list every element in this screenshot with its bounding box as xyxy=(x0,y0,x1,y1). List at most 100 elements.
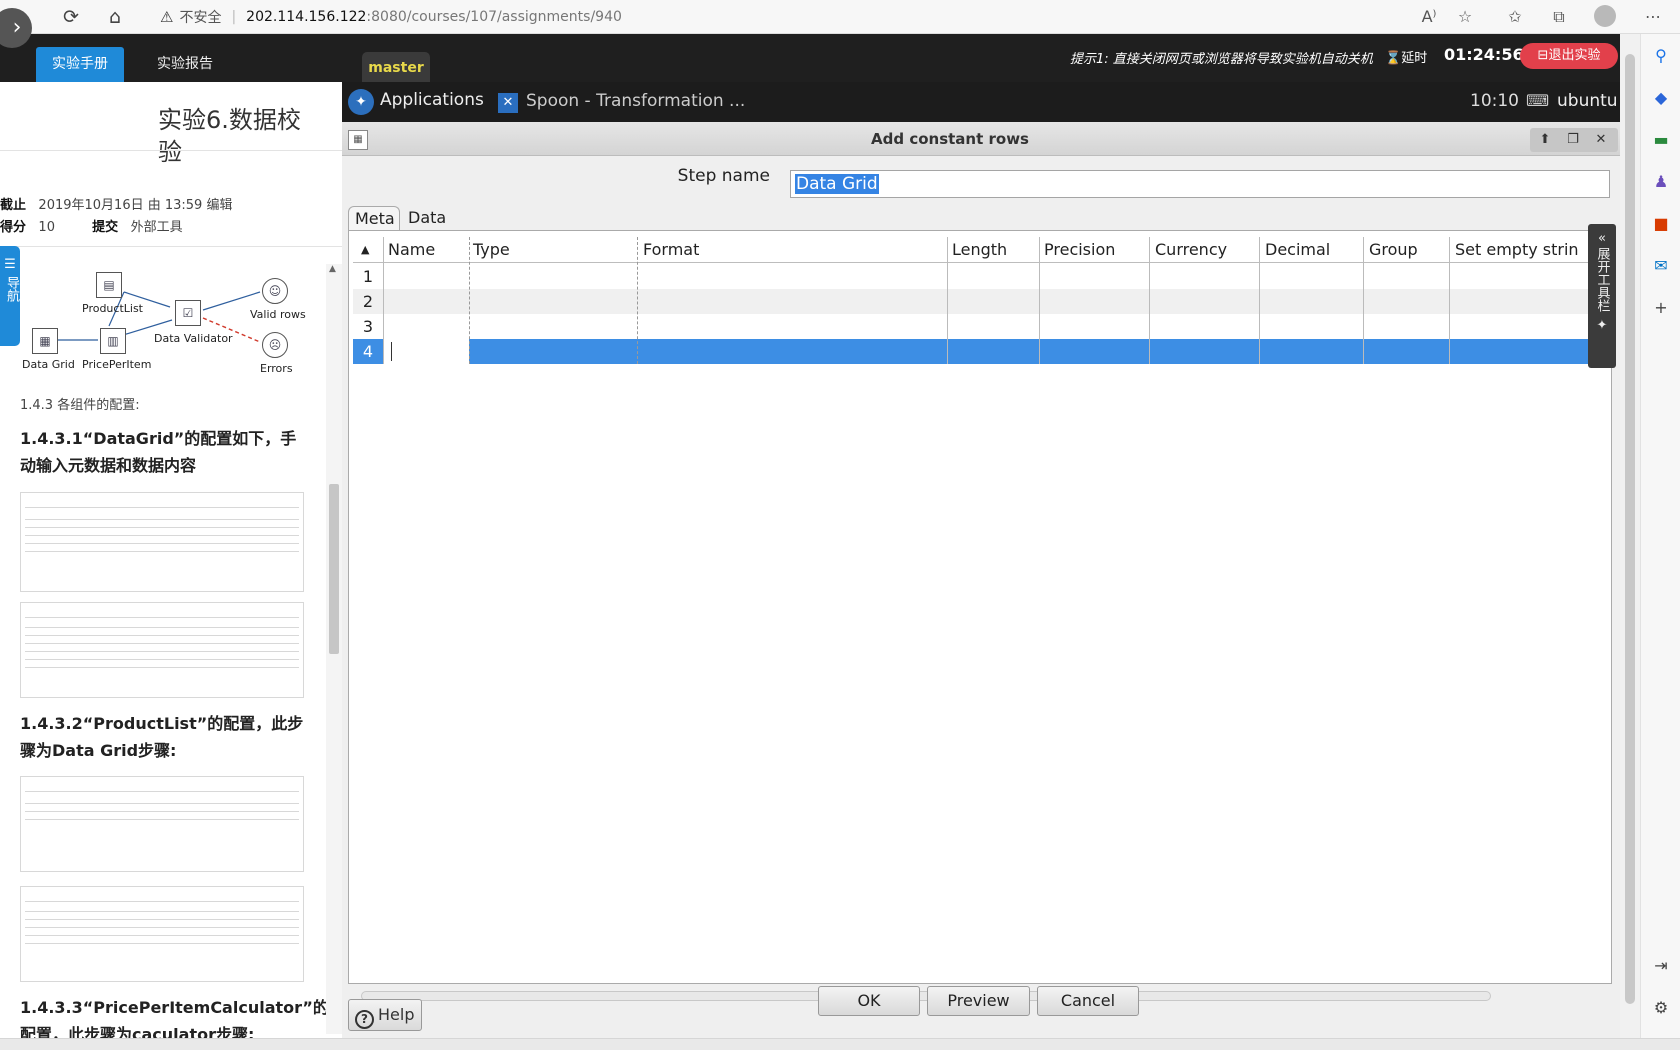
column-header-currency[interactable]: Currency xyxy=(1150,237,1254,263)
ubuntu-topbar: ✦ Applications ✕ Spoon - Transformation … xyxy=(342,82,1620,122)
list-icon: ☰ xyxy=(4,257,16,272)
help-button[interactable]: ? Help xyxy=(348,999,422,1031)
section-priceperitem-heading: 1.4.3.3“PricePerItemCalculator”的配置，此步骤为c… xyxy=(20,998,329,1038)
section-datagrid-heading: 1.4.3.1“DataGrid”的配置如下，手动输入元数据和数据内容 xyxy=(20,429,297,475)
column-divider xyxy=(1363,237,1364,364)
exit-label: 退出实验 xyxy=(1548,48,1601,63)
table-row[interactable]: 3 xyxy=(353,314,1605,339)
expand-toolbar[interactable]: « 展开工具栏 ✦ xyxy=(1588,224,1616,368)
data-grid-label: Data Grid xyxy=(22,358,75,371)
branch-tab[interactable]: master xyxy=(362,52,430,82)
column-header-set-empty-string[interactable]: Set empty strin xyxy=(1450,237,1605,263)
row-number[interactable]: 1 xyxy=(353,264,383,289)
column-divider xyxy=(469,237,470,364)
column-divider xyxy=(947,237,948,364)
productlist-data-screenshot xyxy=(20,886,304,982)
tab-data[interactable]: Data xyxy=(402,206,452,230)
games-icon[interactable]: ♟ xyxy=(1649,170,1673,194)
meta-divider xyxy=(0,246,342,247)
taskbar-strip xyxy=(0,1038,1680,1050)
keyboard-icon[interactable]: ⌨ xyxy=(1526,91,1549,110)
address-bar[interactable]: ⚠ 不安全 | 202.114.156.122:8080/courses/107… xyxy=(160,4,622,30)
clock: 10:10 xyxy=(1470,91,1519,111)
window-controls: ⬆ ❐ ✕ xyxy=(1530,128,1618,152)
column-divider xyxy=(1039,237,1040,364)
nav-tab[interactable]: ☰ 导航 xyxy=(0,246,20,346)
collections-icon[interactable]: ⧉ xyxy=(1546,4,1572,30)
settings-icon[interactable]: ⚙ xyxy=(1649,996,1673,1020)
help-icon: ? xyxy=(355,1010,374,1029)
score-value: 10 xyxy=(38,220,55,235)
table-row[interactable]: 2 xyxy=(353,289,1605,314)
applications-icon[interactable]: ✦ xyxy=(348,89,374,115)
step-name-input[interactable]: Data Grid xyxy=(790,170,1610,198)
column-header-group[interactable]: Group xyxy=(1364,237,1450,263)
column-header-format[interactable]: Format xyxy=(638,237,918,263)
sort-icon[interactable]: ▲ xyxy=(353,237,383,263)
tab-lab-report[interactable]: 实验报告 xyxy=(150,47,220,82)
datagrid-meta-screenshot xyxy=(20,492,304,592)
column-header-decimal[interactable]: Decimal xyxy=(1260,237,1364,263)
errors-label: Errors xyxy=(260,362,293,375)
countdown-timer: 01:24:56 xyxy=(1444,45,1524,64)
title-divider xyxy=(0,150,342,151)
row-number[interactable]: 4 xyxy=(353,339,383,364)
priceperitem-label: PricePerItem xyxy=(82,358,152,371)
user-menu[interactable]: ubuntu xyxy=(1557,91,1618,111)
more-icon[interactable]: ⋯ xyxy=(1640,4,1666,30)
office-icon[interactable]: ■ xyxy=(1649,212,1673,236)
column-header-type[interactable]: Type xyxy=(468,237,628,263)
warning-icon: ⚠ xyxy=(160,8,174,26)
data-validator-label: Data Validator xyxy=(154,332,233,345)
favorite-add-icon[interactable]: ☆ xyxy=(1452,4,1478,30)
column-header-name[interactable]: Name xyxy=(383,237,463,263)
tag-icon[interactable]: ◆ xyxy=(1649,86,1673,110)
add-icon[interactable]: + xyxy=(1649,296,1673,320)
page-scrollbar-thumb[interactable] xyxy=(1625,54,1635,1004)
close-icon[interactable]: ✕ xyxy=(1588,128,1614,152)
tab-meta[interactable]: Meta xyxy=(348,206,400,230)
row-number[interactable]: 2 xyxy=(353,289,383,314)
insecure-label: 不安全 xyxy=(179,10,222,26)
sidebar-collapse-icon[interactable]: ⇥ xyxy=(1649,954,1673,978)
column-header-precision[interactable]: Precision xyxy=(1039,237,1143,263)
row-selection-fill xyxy=(469,339,1605,364)
ok-button[interactable]: OK xyxy=(818,986,920,1016)
profile-icon[interactable] xyxy=(1594,5,1616,27)
window-task-spoon[interactable]: Spoon - Transformation ... xyxy=(526,91,745,111)
row-number[interactable]: 3 xyxy=(353,314,383,339)
score-row: 得分 10 提交 外部工具 xyxy=(0,216,183,235)
manual-scrollbar-thumb[interactable] xyxy=(329,484,339,654)
search-icon[interactable]: ⚲ xyxy=(1649,44,1673,68)
data-validator-step-icon: ☑ xyxy=(175,300,201,326)
score-label: 得分 xyxy=(0,220,27,235)
section-config: 1.4.3 各组件的配置: xyxy=(20,398,140,413)
column-divider xyxy=(1149,237,1150,364)
double-chevron-left-icon: « xyxy=(1598,231,1606,246)
toolbox-icon[interactable]: ▬ xyxy=(1649,128,1673,152)
tab-lab-manual[interactable]: 实验手册 xyxy=(36,47,124,82)
refresh-icon[interactable]: ⟳ xyxy=(58,4,84,30)
manual-scrollbar[interactable]: ▲ xyxy=(326,264,342,1034)
preview-button[interactable]: Preview xyxy=(927,986,1030,1016)
applications-menu[interactable]: Applications xyxy=(380,90,484,110)
table-row[interactable]: 1 xyxy=(353,264,1605,289)
grid-horizontal-scrollbar[interactable] xyxy=(361,991,1491,1001)
favorites-icon[interactable]: ✩ xyxy=(1502,4,1528,30)
minimize-icon[interactable]: ⬆ xyxy=(1532,128,1558,152)
exit-lab-button[interactable]: ⊟退出实验 xyxy=(1520,43,1618,69)
read-aloud-icon[interactable]: A⁾ xyxy=(1416,4,1442,30)
scroll-up-icon[interactable]: ▲ xyxy=(329,264,336,274)
restore-icon[interactable]: ❐ xyxy=(1560,128,1586,152)
outlook-icon[interactable]: ✉ xyxy=(1649,254,1673,278)
submit-label: 提交 xyxy=(92,220,119,235)
page-scrollbar[interactable] xyxy=(1620,34,1640,1038)
transformation-diagram: ▤ ProductList ☑ Data Validator ☺ Valid r… xyxy=(20,262,320,382)
spoon-icon[interactable]: ✕ xyxy=(498,93,518,113)
cancel-button[interactable]: Cancel xyxy=(1037,986,1139,1016)
home-icon[interactable]: ⌂ xyxy=(102,4,128,30)
delay-button[interactable]: ⌛延时 xyxy=(1385,47,1427,66)
column-header-length[interactable]: Length xyxy=(947,237,1033,263)
table-row-selected[interactable]: 4 xyxy=(353,339,1605,364)
valid-rows-label: Valid rows xyxy=(250,308,306,321)
